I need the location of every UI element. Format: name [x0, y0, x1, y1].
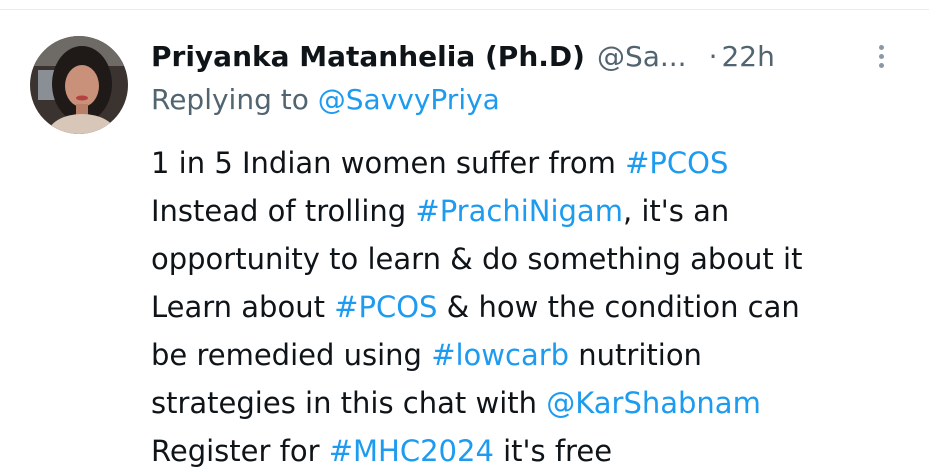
hashtag-link[interactable]: #PrachiNigam [415, 194, 623, 228]
more-options-button[interactable] [866, 38, 896, 74]
author-name[interactable]: Priyanka Matanhelia (Ph.D) [151, 40, 585, 73]
tweet-text-segment: Learn about [151, 290, 335, 324]
tweet-text-segment: , it's an [622, 194, 730, 228]
tweet-line: Learn about #PCOS & how the condition ca… [151, 283, 921, 331]
more-dots-icon [878, 44, 884, 50]
tweet-line: strategies in this chat with @KarShabnam [151, 379, 921, 427]
top-divider [0, 0, 929, 10]
avatar-photo-icon [30, 36, 128, 134]
replying-to: Replying to @SavvyPriya [151, 83, 500, 116]
hashtag-link[interactable]: #MHC2024 [329, 434, 494, 468]
hashtag-link[interactable]: #lowcarb [431, 338, 569, 372]
tweet-line: opportunity to learn & do something abou… [151, 235, 921, 283]
avatar[interactable] [30, 36, 128, 134]
tweet-text-segment: Instead of trolling [151, 194, 416, 228]
tweet-text-segment: be remedied using [151, 338, 432, 372]
hashtag-link[interactable]: #PCOS [625, 146, 728, 180]
tweet-text-segment: strategies in this chat with [151, 386, 547, 420]
mention-link[interactable]: @KarShabnam [546, 386, 761, 420]
tweet-text-segment: it's free [493, 434, 613, 468]
tweet-text-segment: opportunity to learn & do something abou… [151, 242, 803, 276]
author-handle[interactable]: @Sa... [597, 40, 687, 73]
tweet-timestamp[interactable]: 22h [721, 40, 774, 73]
hashtag-link[interactable]: #PCOS [334, 290, 437, 324]
tweet-header: Priyanka Matanhelia (Ph.D) @Sa... · 22h [151, 36, 921, 76]
tweet-line: 1 in 5 Indian women suffer from #PCOS [151, 139, 921, 187]
header-separator: · [708, 39, 718, 73]
tweet-text-segment: & how the condition can [437, 290, 800, 324]
tweet-text-segment: Register for [151, 434, 329, 468]
more-dots-icon [878, 53, 884, 59]
tweet-line: Register for #MHC2024 it's free [151, 427, 921, 472]
tweet-text: 1 in 5 Indian women suffer from #PCOS Ins… [151, 139, 921, 472]
more-dots-icon [878, 62, 884, 68]
replying-to-label: Replying to [151, 83, 309, 116]
tweet-text-segment: nutrition [569, 338, 702, 372]
tweet-text-segment: 1 in 5 Indian women suffer from [151, 146, 626, 180]
tweet-line: Instead of trolling #PrachiNigam, it's a… [151, 187, 921, 235]
replying-to-handle[interactable]: @SavvyPriya [318, 83, 500, 116]
tweet-line: be remedied using #lowcarb nutrition [151, 331, 921, 379]
